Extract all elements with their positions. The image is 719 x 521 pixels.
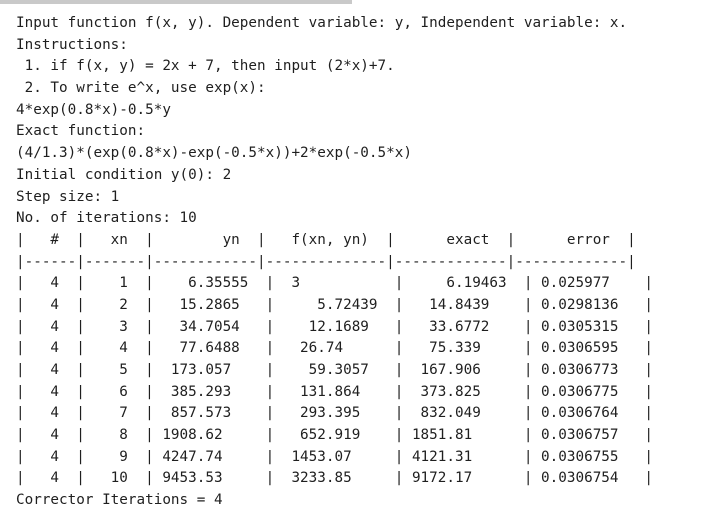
table-row: | 4 | 6 | 385.293 | 131.864 | 373.825 | … <box>16 383 653 400</box>
instructions-heading: Instructions: <box>16 36 128 53</box>
initial-condition-line: Initial condition y(0): 2 <box>16 166 232 183</box>
instruction-2: 2. To write e^x, use exp(x): <box>16 80 266 97</box>
table-row: | 4 | 2 | 15.2865 | 5.72439 | 14.8439 | … <box>16 296 653 313</box>
table-row: | 4 | 9 | 4247.74 | 1453.07 | 4121.31 | … <box>16 448 653 465</box>
instruction-1: 1. if f(x, y) = 2x + 7, then input (2*x)… <box>16 58 395 75</box>
table-row: | 4 | 4 | 77.6488 | 26.74 | 75.339 | 0.0… <box>16 340 653 357</box>
console-output: Input function f(x, y). Dependent variab… <box>16 13 716 512</box>
table-row: | 4 | 10 | 9453.53 | 3233.85 | 9172.17 |… <box>16 470 653 487</box>
function-input: 4*exp(0.8*x)-0.5*y <box>16 101 171 118</box>
corrector-iterations-line: Corrector Iterations = 4 <box>16 492 223 509</box>
table-row: | 4 | 8 | 1908.62 | 652.919 | 1851.81 | … <box>16 427 653 444</box>
iterations-line: No. of iterations: 10 <box>16 210 197 227</box>
table-row: | 4 | 1 | 6.35555 | 3 | 6.19463 | 0.0259… <box>16 275 653 292</box>
horizontal-scrollbar-thumb[interactable] <box>0 0 352 4</box>
prompt-line: Input function f(x, y). Dependent variab… <box>16 15 628 31</box>
table-row: | 4 | 5 | 173.057 | 59.3057 | 167.906 | … <box>16 362 653 378</box>
table-header-row: | # | xn | yn | f(xn, yn) | exact | erro… <box>16 231 636 248</box>
exact-function-input: (4/1.3)*(exp(0.8*x)-exp(-0.5*x))+2*exp(-… <box>16 145 412 162</box>
table-separator-row: |------|-------|------------|-----------… <box>16 253 636 270</box>
table-row: | 4 | 7 | 857.573 | 293.395 | 832.049 | … <box>16 405 653 422</box>
step-size-line: Step size: 1 <box>16 188 120 205</box>
table-row: | 4 | 3 | 34.7054 | 12.1689 | 33.6772 | … <box>16 318 653 335</box>
exact-function-heading: Exact function: <box>16 123 146 140</box>
